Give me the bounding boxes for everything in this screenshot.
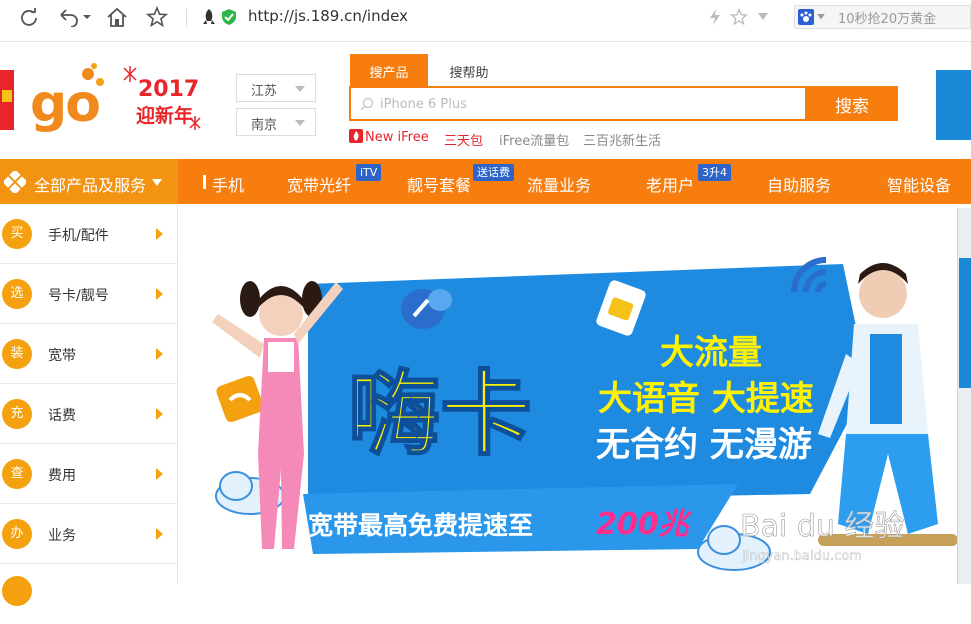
scrollbar-thumb[interactable] (959, 258, 971, 388)
hot-icon (349, 129, 363, 143)
sidebar-item-phones[interactable]: 买 手机/配件 (0, 204, 177, 264)
chevron-right-icon (156, 528, 163, 540)
search-button[interactable]: 搜索 (806, 86, 898, 121)
star-icon[interactable] (142, 4, 172, 30)
sidebar-item-broadband[interactable]: 装 宽带 (0, 324, 177, 384)
badge-upgrade: 3升4 (698, 164, 731, 181)
province-select[interactable]: 江苏 (236, 74, 316, 102)
chevron-down-icon (295, 86, 305, 92)
charge-icon: 充 (2, 399, 32, 429)
watermark-text: Bai du 经验 (740, 509, 904, 544)
nav-item-broadband[interactable]: 宽带光纤 (287, 172, 351, 196)
hero-line-3: 无合约 无漫游 (596, 425, 812, 465)
all-products-label: 全部产品及服务 (34, 176, 147, 195)
logo-text: go (30, 74, 101, 134)
watermark-url: jingyan.baidu.com (741, 549, 862, 564)
buy-icon: 买 (2, 219, 32, 249)
sidebar-item-services[interactable]: 办 业务 (0, 504, 177, 564)
category-sidebar: 买 手机/配件 选 号卡/靓号 装 宽带 充 话费 查 费用 办 业务 (0, 204, 178, 606)
new-year-logo-icon: 2017 迎新年 (123, 66, 201, 130)
chevron-right-icon (156, 408, 163, 420)
nav-item-numbers[interactable]: 靓号套餐 (407, 172, 471, 196)
chevron-right-icon (156, 348, 163, 360)
hero-graphic: 嗨卡 大流量 大语音 大提速 无合约 无漫游 宽带最高免费提速至 200兆 Ba… (212, 257, 958, 571)
hero-line-1: 大流量 (660, 333, 762, 373)
new-year-text: 迎新年 (136, 104, 193, 127)
tab-search-products[interactable]: 搜产品 (350, 54, 428, 86)
chevron-down-icon (295, 120, 305, 126)
side-banner[interactable] (936, 70, 971, 140)
search-icon (360, 97, 374, 111)
new-year-year: 2017 (138, 77, 199, 102)
scrollbar[interactable] (957, 208, 971, 584)
sidebar-item-more[interactable] (0, 564, 177, 624)
toolbar-divider (186, 9, 187, 27)
nav-marker (203, 175, 206, 189)
chevron-down-icon[interactable] (748, 4, 778, 30)
city-value: 南京 (251, 118, 278, 133)
nav-item-self-service[interactable]: 自助服务 (767, 172, 831, 196)
sidebar-item-label: 手机/配件 (48, 228, 109, 244)
home-icon[interactable] (102, 4, 132, 30)
nav-item-data[interactable]: 流量业务 (527, 172, 591, 196)
sidebar-item-label: 话费 (48, 408, 76, 424)
sidebar-item-topup[interactable]: 充 话费 (0, 384, 177, 444)
sidebar-item-sim[interactable]: 选 号卡/靓号 (0, 264, 177, 324)
sidebar-item-fees[interactable]: 查 费用 (0, 444, 177, 504)
hero-title: 嗨卡 (348, 361, 532, 468)
hot-link-new-ifree[interactable]: New iFree (365, 130, 429, 145)
back-icon[interactable] (54, 4, 94, 30)
query-icon: 查 (2, 459, 32, 489)
chevron-down-icon[interactable] (814, 4, 828, 30)
nav-item-phones[interactable]: 手机 (212, 172, 244, 196)
grid-icon (4, 171, 26, 193)
all-products-menu[interactable]: 全部产品及服务 (0, 159, 178, 204)
handle-icon: 办 (2, 519, 32, 549)
paw-icon (796, 4, 816, 30)
search-placeholder: iPhone 6 Plus (380, 97, 467, 112)
phone-icon (216, 375, 264, 423)
extension-text: 10秒抢20万黄金 (838, 12, 937, 27)
hero-bottom-highlight: 200兆 (596, 507, 693, 542)
hot-link-three-day[interactable]: 三天包 (444, 130, 483, 149)
tab-search-help[interactable]: 搜帮助 (436, 54, 502, 86)
badge-bonus: 送话费 (473, 164, 514, 181)
badge-itv: iTV (356, 164, 382, 181)
chevron-right-icon (156, 228, 163, 240)
nav-item-existing-users[interactable]: 老用户 (646, 172, 694, 196)
more-icon (2, 576, 32, 606)
chevron-down-icon (152, 179, 162, 186)
browser-toolbar: http://js.189.cn/index 10秒抢20万黄金 (0, 0, 971, 42)
sidebar-item-label: 业务 (48, 528, 76, 544)
sidebar-item-label: 号卡/靓号 (48, 288, 109, 304)
chevron-right-icon (156, 468, 163, 480)
hero-line-2: 大语音 大提速 (598, 379, 814, 419)
sidebar-item-label: 费用 (48, 468, 76, 484)
shield-check-icon[interactable] (214, 4, 244, 30)
reload-icon[interactable] (14, 4, 44, 30)
hot-link-300m[interactable]: 三百兆新生活 (583, 130, 661, 149)
install-icon: 装 (2, 339, 32, 369)
sidebar-item-label: 宽带 (48, 348, 76, 364)
nav-item-smart-devices[interactable]: 智能设备 (887, 172, 951, 196)
hero-banner[interactable]: 嗨卡 大流量 大语音 大提速 无合约 无漫游 宽带最高免费提速至 200兆 Ba… (178, 204, 971, 584)
hero-bottom-text: 宽带最高免费提速至 (308, 511, 533, 540)
hot-link-ifree-data[interactable]: iFree流量包 (499, 130, 569, 149)
city-select[interactable]: 南京 (236, 108, 316, 136)
select-icon: 选 (2, 279, 32, 309)
chevron-right-icon (156, 288, 163, 300)
province-value: 江苏 (251, 84, 278, 99)
address-bar-url[interactable]: http://js.189.cn/index (248, 7, 408, 25)
